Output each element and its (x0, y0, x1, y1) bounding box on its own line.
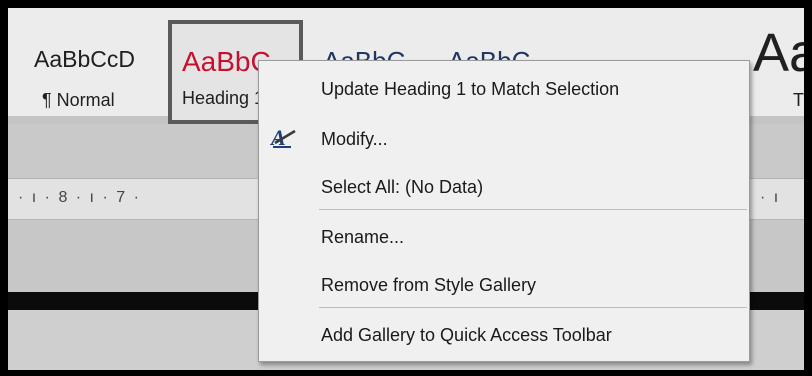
menu-item-label: Modify... (321, 129, 388, 149)
style-heading-1-name: Heading 1 (182, 88, 265, 108)
ruler-right-marks: · ı (760, 189, 781, 206)
menu-item-label: Update Heading 1 to Match Selection (321, 79, 620, 99)
menu-item-label: Rename... (321, 227, 405, 247)
style-title-name: Ti (793, 90, 804, 110)
modify-style-icon: A (269, 123, 299, 153)
menu-item-label: Remove from Style Gallery (321, 275, 537, 295)
menu-item-modify[interactable]: A Modify... (259, 115, 749, 161)
menu-item-rename[interactable]: Rename... (259, 213, 749, 259)
menu-item-remove-from-gallery[interactable]: Remove from Style Gallery (259, 261, 749, 307)
style-normal-name: ¶ Normal (42, 90, 115, 110)
menu-item-add-to-qat[interactable]: Add Gallery to Quick Access Toolbar (259, 311, 749, 357)
menu-item-label: Add Gallery to Quick Access Toolbar (321, 325, 612, 345)
style-normal[interactable]: AaBbCcD ¶ Normal (22, 18, 162, 116)
window-frame: AaBbCcD ¶ Normal AaBbC Heading 1 AaBbC A… (0, 0, 812, 376)
style-context-menu: Update Heading 1 to Match Selection A Mo… (258, 60, 750, 362)
menu-item-label: Select All: (No Data) (321, 177, 484, 197)
style-title-preview: Aa (753, 23, 804, 83)
menu-separator (319, 209, 747, 210)
style-normal-preview: AaBbCcD (34, 46, 135, 72)
menu-item-select-all[interactable]: Select All: (No Data) (259, 163, 749, 209)
ruler-left-marks: · ı · 8 · ı · 7 · (18, 189, 141, 206)
word-window: AaBbCcD ¶ Normal AaBbC Heading 1 AaBbC A… (8, 8, 804, 370)
style-title[interactable]: Aa Ti (753, 18, 804, 116)
menu-item-update-heading[interactable]: Update Heading 1 to Match Selection (259, 65, 749, 111)
menu-separator (319, 307, 747, 308)
